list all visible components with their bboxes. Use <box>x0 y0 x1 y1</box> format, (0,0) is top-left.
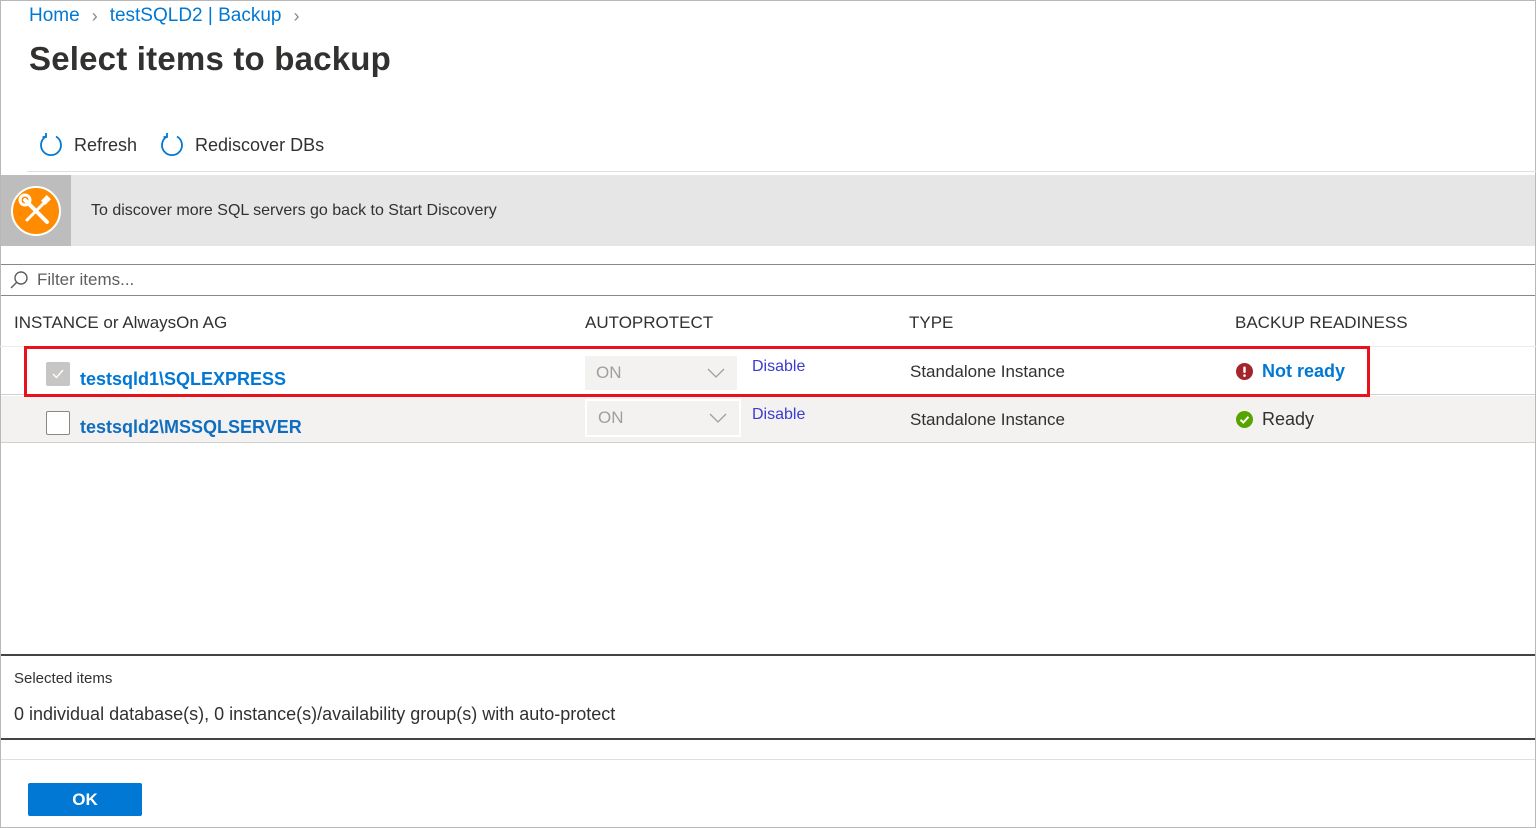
disable-link[interactable]: Disable <box>752 406 805 424</box>
chevron-right-icon: › <box>293 5 300 26</box>
toolbar: Refresh Rediscover DBs <box>38 132 346 158</box>
instance-link[interactable]: testsqld1\SQLEXPRESS <box>80 369 286 390</box>
search-icon <box>10 271 28 289</box>
table-row[interactable]: testsqld1\SQLEXPRESS ON Disable Standalo… <box>1 348 1535 395</box>
selected-divider-bottom <box>1 738 1535 740</box>
footer-divider <box>1 759 1535 760</box>
ok-button[interactable]: OK <box>28 783 142 816</box>
page-title: Select items to backup <box>29 40 392 77</box>
readiness-status: Ready <box>1262 409 1315 429</box>
breadcrumb-home[interactable]: Home <box>29 5 80 27</box>
selected-items-summary: 0 individual database(s), 0 instance(s)/… <box>14 704 616 724</box>
tools-icon <box>11 185 61 236</box>
autoprotect-dropdown[interactable]: ON <box>585 356 737 390</box>
table-row[interactable]: testsqld2\MSSQLSERVER ON Disable Standal… <box>1 396 1535 443</box>
breadcrumb-backup[interactable]: testSQLD2 | Backup <box>110 5 282 27</box>
breadcrumb: Home › testSQLD2 | Backup › <box>29 5 312 27</box>
type-cell: Standalone Instance <box>910 362 1066 381</box>
header-autoprotect[interactable]: AUTOPROTECT <box>585 313 713 333</box>
rediscover-dbs-label: Rediscover DBs <box>195 134 325 155</box>
refresh-button[interactable]: Refresh <box>38 132 137 158</box>
refresh-icon <box>40 133 62 157</box>
filter-box <box>1 264 1535 296</box>
autoprotect-dropdown[interactable]: ON <box>585 399 741 437</box>
chevron-right-icon: › <box>91 5 98 26</box>
chevron-down-icon <box>707 368 725 378</box>
refresh-icon <box>161 133 183 157</box>
info-banner: To discover more SQL servers go back to … <box>1 175 1535 246</box>
checkmark-icon <box>52 369 64 379</box>
selected-items-title: Selected items <box>14 670 113 687</box>
row-checkbox[interactable] <box>46 411 70 435</box>
chevron-down-icon <box>709 413 727 423</box>
filter-input[interactable] <box>35 269 639 291</box>
row-checkbox[interactable] <box>46 362 70 386</box>
refresh-label: Refresh <box>74 134 138 155</box>
banner-text: To discover more SQL servers go back to … <box>91 201 497 219</box>
toolbar-divider <box>27 171 1536 172</box>
readiness-cell: Ready <box>1236 409 1314 430</box>
rediscover-dbs-button[interactable]: Rediscover DBs <box>159 132 324 158</box>
banner-icon-box <box>1 175 71 246</box>
disable-link[interactable]: Disable <box>752 358 805 376</box>
header-instance[interactable]: INSTANCE or AlwaysOn AG <box>14 313 227 333</box>
table-header: INSTANCE or AlwaysOn AG AUTOPROTECT TYPE… <box>0 306 1536 347</box>
header-type[interactable]: TYPE <box>909 313 953 333</box>
error-icon <box>1236 363 1253 380</box>
header-backup-readiness[interactable]: BACKUP READINESS <box>1235 313 1408 333</box>
autoprotect-value: ON <box>598 408 624 427</box>
selected-divider-top <box>1 654 1535 656</box>
success-check-icon <box>1236 411 1253 428</box>
autoprotect-value: ON <box>596 363 622 382</box>
readiness-status-link[interactable]: Not ready <box>1262 361 1345 382</box>
type-cell: Standalone Instance <box>910 410 1066 429</box>
instance-link[interactable]: testsqld2\MSSQLSERVER <box>80 417 302 438</box>
readiness-cell: Not ready <box>1236 361 1345 382</box>
